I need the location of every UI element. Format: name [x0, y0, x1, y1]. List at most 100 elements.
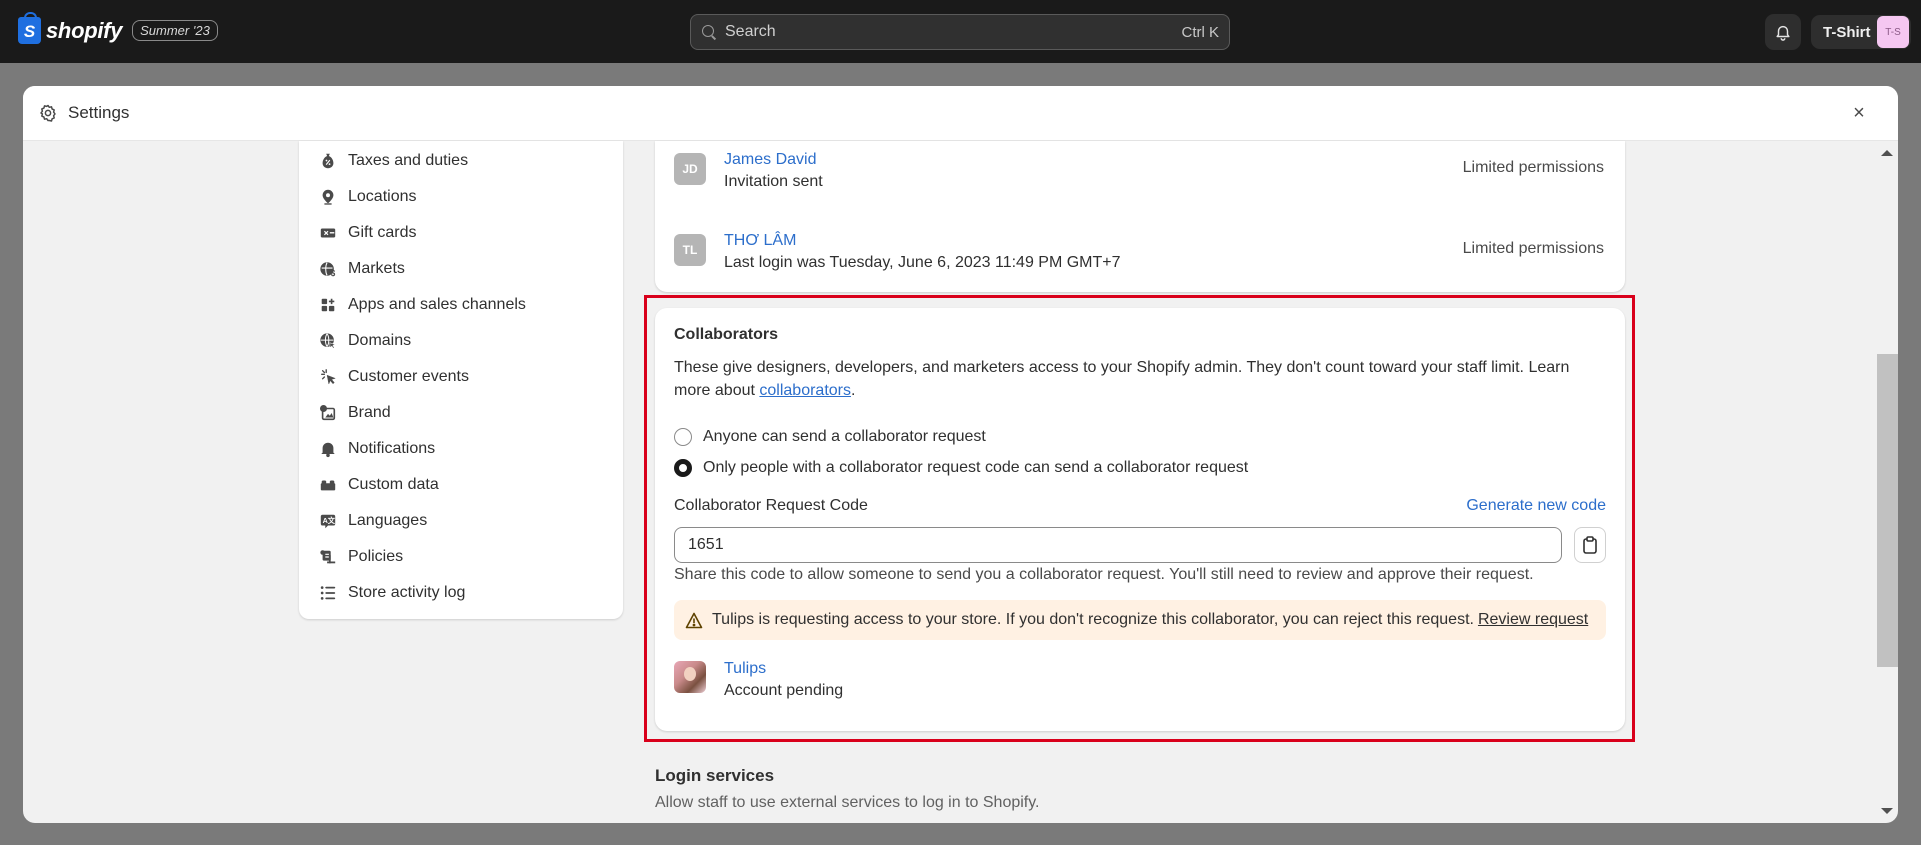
generate-new-code-link[interactable]: Generate new code [1466, 497, 1606, 515]
sidebar-item-custom-data[interactable]: Custom data [299, 467, 623, 503]
store-menu-button[interactable]: T-Shirt T-S [1811, 15, 1911, 49]
sidebar-item-label: Apps and sales channels [348, 296, 526, 313]
close-button[interactable]: × [1847, 101, 1871, 125]
settings-header: Settings × [23, 86, 1898, 141]
sidebar-item-label: Policies [348, 548, 404, 565]
custom-data-icon [319, 476, 337, 494]
search-shortcut: Ctrl K [1181, 23, 1220, 41]
shopify-logo[interactable]: S shopify Summer '23 [18, 12, 218, 44]
staff-name-link[interactable]: THƠ LÂM [724, 230, 1121, 252]
code-label: Collaborator Request Code [674, 497, 868, 514]
warning-icon [685, 612, 703, 629]
staff-permissions: Limited permissions [1462, 159, 1604, 176]
svg-text:$: $ [331, 269, 336, 278]
sidebar-item-markets[interactable]: $ Markets [299, 251, 623, 287]
scroll-up-arrow-icon[interactable] [1881, 150, 1893, 156]
sidebar-item-label: Customer events [348, 368, 469, 385]
apps-icon [319, 296, 337, 314]
collaborator-request-options: Anyone can send a collaborator request O… [674, 421, 1606, 483]
radio-anyone[interactable]: Anyone can send a collaborator request [674, 421, 1606, 452]
brand-name: shopify [46, 17, 123, 43]
sidebar-item-label: Markets [348, 260, 405, 277]
login-services-description: Allow staff to use external services to … [655, 794, 1040, 811]
sidebar-item-label: Custom data [348, 476, 439, 493]
gift-card-icon [319, 224, 337, 242]
login-services-section: Login services Allow staff to use extern… [655, 766, 1040, 812]
edition-badge: Summer '23 [132, 20, 218, 41]
collaborators-title: Collaborators [674, 326, 779, 343]
staff-row[interactable]: JD James David Invitation sent Limited p… [674, 149, 1604, 193]
top-bar: S shopify Summer '23 Search Ctrl K T-Shi… [0, 0, 1921, 63]
collaborator-name-link[interactable]: Tulips [724, 658, 843, 680]
markets-icon: $ [319, 260, 337, 278]
avatar: JD [674, 153, 706, 185]
staff-name-link[interactable]: James David [724, 149, 823, 171]
languages-icon: A文 [319, 512, 337, 530]
settings-modal: Settings × Taxes and duties Locations Gi… [23, 86, 1898, 823]
sidebar-item-locations[interactable]: Locations [299, 179, 623, 215]
description-end: . [851, 382, 856, 399]
sidebar-item-label: Notifications [348, 440, 436, 457]
login-services-title: Login services [655, 766, 775, 785]
policies-icon [319, 548, 337, 566]
sidebar-item-label: Store activity log [348, 584, 466, 601]
taxes-icon [319, 152, 337, 170]
search-bar[interactable]: Search Ctrl K [690, 14, 1230, 50]
sidebar-item-notifications[interactable]: Notifications [299, 431, 623, 467]
sidebar-item-apps[interactable]: Apps and sales channels [299, 287, 623, 323]
scrollbar-thumb[interactable] [1877, 354, 1898, 667]
avatar: TL [674, 234, 706, 266]
notifications-icon [319, 440, 337, 458]
sidebar-item-customer-events[interactable]: Customer events [299, 359, 623, 395]
activity-log-icon [319, 584, 337, 602]
review-request-link[interactable]: Review request [1478, 611, 1588, 629]
sidebar-item-label: Languages [348, 512, 428, 529]
brand-icon [319, 404, 337, 422]
gear-icon [40, 104, 56, 122]
settings-sidebar: Taxes and duties Locations Gift cards $ … [299, 141, 623, 619]
svg-text:A文: A文 [323, 516, 336, 525]
collaborators-link[interactable]: collaborators [759, 382, 851, 399]
staff-status: Invitation sent [724, 173, 823, 190]
search-icon [701, 24, 717, 40]
scroll-down-arrow-icon[interactable] [1881, 808, 1893, 814]
sidebar-item-label: Domains [348, 332, 412, 349]
radio-code-only[interactable]: Only people with a collaborator request … [674, 452, 1606, 483]
sidebar-item-label: Taxes and duties [348, 152, 469, 169]
scrollbar[interactable] [1876, 141, 1898, 823]
notifications-button[interactable] [1765, 14, 1801, 50]
sidebar-item-gift-cards[interactable]: Gift cards [299, 215, 623, 251]
store-name: T-Shirt [1823, 23, 1871, 41]
collaborators-description: These give designers, developers, and ma… [674, 356, 1604, 402]
sidebar-item-label: Brand [348, 404, 391, 421]
search-placeholder: Search [725, 23, 776, 40]
sidebar-item-brand[interactable]: Brand [299, 395, 623, 431]
sidebar-item-policies[interactable]: Policies [299, 539, 623, 575]
radio-button-checked[interactable] [674, 458, 692, 477]
customer-events-icon [319, 368, 337, 386]
settings-title: Settings [68, 103, 130, 122]
location-icon [319, 188, 337, 206]
warning-banner: Tulips is requesting access to your stor… [674, 600, 1606, 640]
clipboard-icon [1583, 536, 1597, 554]
store-avatar: T-S [1877, 16, 1909, 48]
code-help-text: Share this code to allow someone to send… [674, 566, 1534, 583]
staff-row[interactable]: TL THƠ LÂM Last login was Tuesday, June … [674, 230, 1604, 274]
sidebar-item-label: Locations [348, 188, 417, 205]
collaborators-card: Collaborators These give designers, deve… [655, 308, 1625, 731]
sidebar-item-label: Gift cards [348, 224, 417, 241]
staff-permissions: Limited permissions [1462, 240, 1604, 257]
collaborator-code-input[interactable] [674, 527, 1563, 563]
banner-text: Tulips is requesting access to your stor… [712, 611, 1474, 628]
copy-code-button[interactable] [1574, 527, 1606, 563]
sidebar-item-domains[interactable]: Domains [299, 323, 623, 359]
staff-status: Last login was Tuesday, June 6, 2023 11:… [724, 254, 1121, 271]
bell-icon [1776, 25, 1790, 41]
radio-button[interactable] [674, 427, 692, 446]
sidebar-item-taxes[interactable]: Taxes and duties [299, 143, 623, 179]
radio-label: Anyone can send a collaborator request [703, 427, 986, 445]
collaborator-avatar [674, 661, 706, 693]
sidebar-item-languages[interactable]: A文 Languages [299, 503, 623, 539]
collaborator-status: Account pending [724, 682, 844, 699]
sidebar-item-activity-log[interactable]: Store activity log [299, 575, 623, 611]
